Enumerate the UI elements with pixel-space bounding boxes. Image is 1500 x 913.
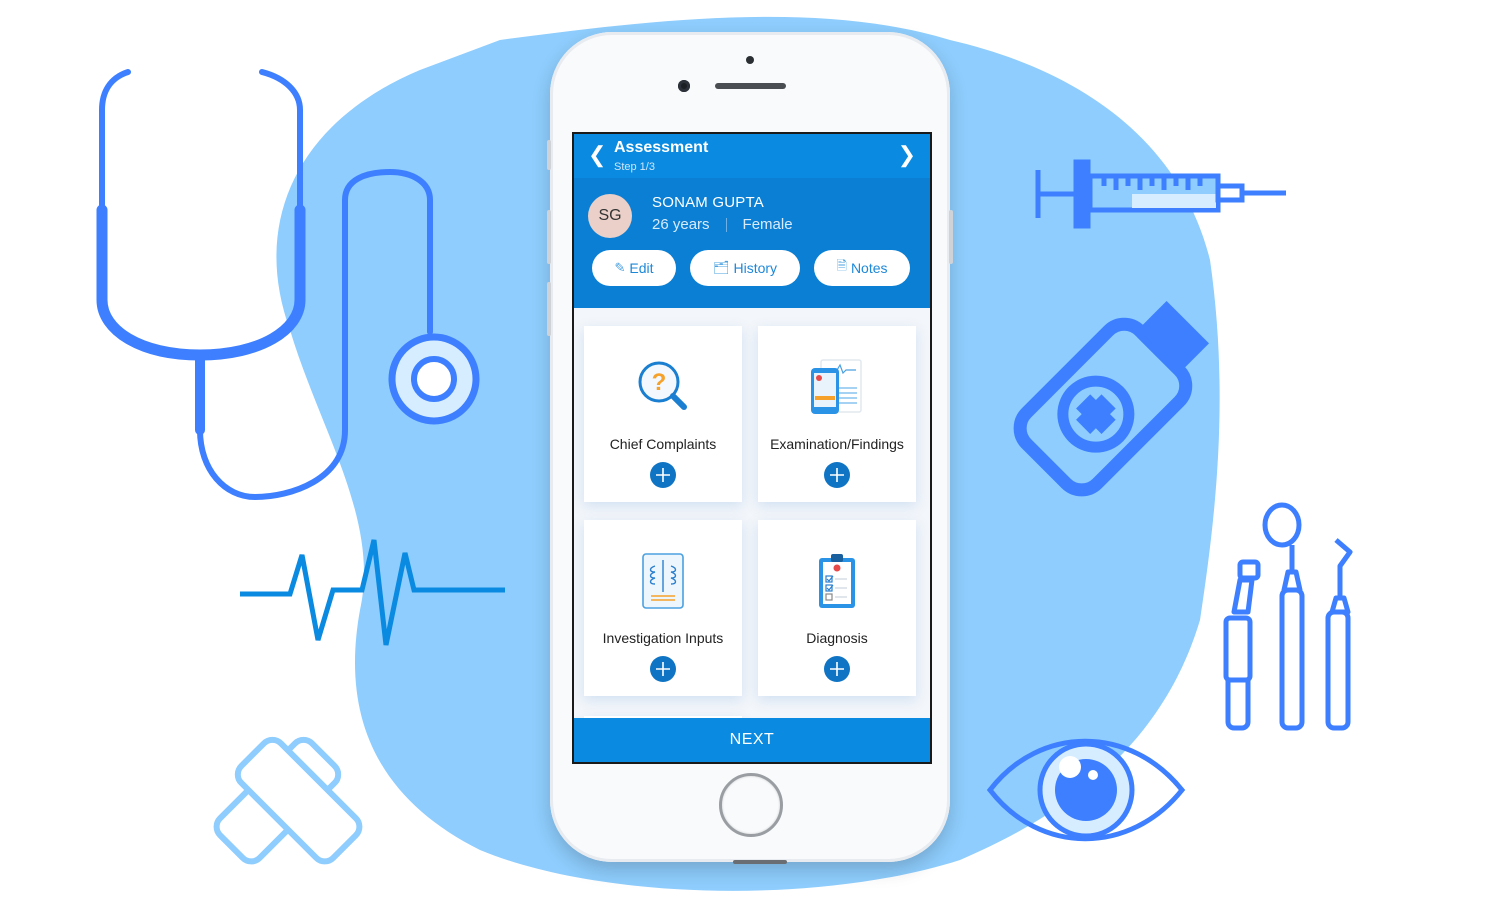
assessment-grid: ? Chief Complaints Examination/Findings … (584, 326, 918, 696)
notes-button[interactable]: 🗎 Notes (814, 250, 910, 286)
add-investigation-button[interactable] (650, 656, 676, 682)
charging-port (733, 860, 787, 864)
add-diagnosis-button[interactable] (824, 656, 850, 682)
volume-down-button (547, 282, 551, 336)
card-label: Examination/Findings (770, 436, 904, 452)
next-button[interactable]: NEXT (574, 718, 930, 762)
card-label: Diagnosis (806, 630, 868, 646)
avatar: SG (588, 194, 632, 238)
plus-icon (830, 468, 844, 482)
notes-button-label: Notes (850, 260, 888, 276)
plus-icon (830, 662, 844, 676)
patient-gender: Female (742, 216, 793, 233)
chevron-right-icon[interactable]: ❯ (898, 144, 916, 166)
app-screen: ❮ Assessment Step 1/3 ❯ SG SONAM GUPTA 2… (572, 132, 932, 764)
front-camera (678, 80, 690, 92)
edit-button[interactable]: ✎ Edit (592, 250, 676, 286)
volume-up-button (547, 210, 551, 264)
document-icon: 🗎 (836, 258, 847, 273)
add-examination-button[interactable] (824, 462, 850, 488)
card-label: Investigation Inputs (602, 630, 724, 646)
mute-switch (547, 140, 551, 170)
phone-frame: ❮ Assessment Step 1/3 ❯ SG SONAM GUPTA 2… (547, 32, 953, 864)
meta-divider (725, 217, 727, 232)
card-examination-findings[interactable]: Examination/Findings (758, 326, 916, 502)
card-chief-complaints[interactable]: ? Chief Complaints (584, 326, 742, 502)
card-label: Chief Complaints (609, 436, 717, 452)
patient-actions: ✎ Edit 🗂 History 🗎 Notes (592, 250, 910, 286)
medical-report-icon (811, 359, 862, 414)
home-button[interactable] (719, 773, 783, 837)
plus-icon (656, 468, 670, 482)
patient-name: SONAM GUPTA (652, 194, 764, 211)
power-button (949, 210, 953, 264)
pencil-icon: ✎ (614, 260, 626, 275)
page-title: Assessment (614, 139, 709, 156)
xray-icon (642, 553, 684, 609)
dental-tools-icon (1223, 502, 1353, 731)
clipboard-checklist-icon (819, 554, 855, 608)
history-button[interactable]: 🗂 History (690, 250, 800, 286)
add-chief-complaint-button[interactable] (650, 462, 676, 488)
svg-text:?: ? (652, 369, 667, 396)
card-investigation-inputs[interactable]: Investigation Inputs (584, 520, 742, 696)
patient-header: SG SONAM GUPTA 26 years Female ✎ Edit 🗂 … (574, 178, 930, 308)
history-button-label: History (733, 260, 778, 276)
earpiece-speaker (715, 83, 786, 89)
plus-icon (656, 662, 670, 676)
patient-meta: 26 years Female (652, 216, 793, 233)
edit-button-label: Edit (629, 260, 654, 276)
patient-age: 26 years (652, 216, 710, 233)
proximity-sensor (746, 56, 754, 64)
medical-folder-icon: 🗂 (712, 260, 730, 275)
chevron-left-icon[interactable]: ❮ (588, 144, 606, 166)
question-magnifier-icon: ? (638, 361, 687, 410)
step-indicator: Step 1/3 (614, 161, 655, 173)
top-bar: ❮ Assessment Step 1/3 ❯ (574, 134, 930, 178)
bandage-icon (213, 736, 363, 865)
card-diagnosis[interactable]: Diagnosis (758, 520, 916, 696)
